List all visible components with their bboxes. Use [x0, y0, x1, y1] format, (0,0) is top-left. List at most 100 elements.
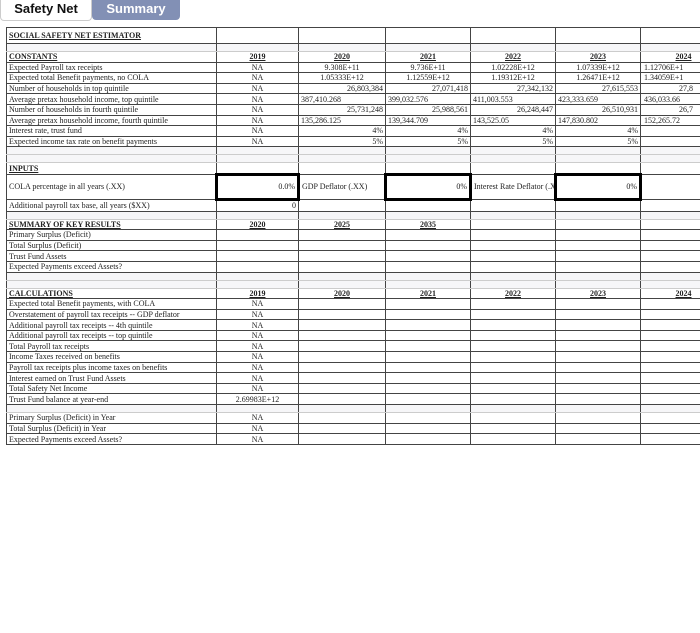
cell[interactable] [385, 229, 471, 241]
value-cell[interactable]: NA [216, 298, 299, 310]
cell[interactable] [555, 260, 641, 273]
value-cell[interactable]: 4% [555, 125, 641, 137]
cell[interactable] [640, 329, 700, 342]
value-cell[interactable]: NA [216, 351, 299, 363]
cell[interactable] [470, 372, 556, 384]
value-cell[interactable]: NA [216, 372, 299, 384]
value-cell[interactable]: 26,248,447 [470, 103, 556, 116]
cell[interactable] [555, 218, 641, 231]
value-cell[interactable]: 1.07339E+12 [555, 61, 641, 74]
cell[interactable] [640, 210, 700, 220]
cell[interactable] [640, 422, 700, 435]
value-cell[interactable]: NA [216, 382, 299, 395]
value-cell[interactable]: 5% [555, 135, 641, 148]
cell[interactable] [555, 162, 641, 175]
cell[interactable] [555, 361, 641, 374]
cell[interactable] [555, 279, 641, 289]
cell[interactable] [640, 279, 700, 289]
value-cell[interactable]: 27,342,132 [470, 82, 556, 95]
cell[interactable] [216, 162, 299, 175]
cell[interactable] [6, 154, 217, 164]
cell[interactable] [298, 329, 386, 342]
cell[interactable] [555, 27, 641, 44]
cell[interactable] [470, 198, 556, 212]
cell[interactable] [216, 250, 299, 262]
cell[interactable] [640, 229, 700, 241]
value-cell[interactable]: NA [216, 93, 299, 105]
cell[interactable] [555, 298, 641, 310]
value-cell[interactable]: 27,615,553 [555, 82, 641, 95]
value-cell[interactable]: 5% [298, 135, 386, 148]
cell[interactable] [470, 404, 556, 414]
cell[interactable] [640, 218, 700, 231]
cell[interactable] [298, 27, 386, 44]
cell[interactable] [385, 239, 471, 252]
cell[interactable] [298, 154, 386, 164]
value-cell[interactable]: 1.02228E+12 [470, 61, 556, 74]
cell[interactable] [640, 298, 700, 310]
cell[interactable] [385, 27, 471, 44]
cell[interactable] [385, 43, 471, 52]
cell[interactable] [298, 404, 386, 414]
cell[interactable] [6, 43, 217, 52]
cell[interactable] [385, 422, 471, 435]
cell[interactable] [640, 239, 700, 252]
cell[interactable] [470, 229, 556, 241]
value-cell[interactable]: 1.34059E+1 [640, 72, 700, 84]
cell[interactable] [555, 250, 641, 262]
cell[interactable] [555, 210, 641, 220]
cell[interactable] [385, 351, 471, 363]
value-cell[interactable]: NA [216, 103, 299, 116]
cell[interactable] [640, 361, 700, 374]
value-cell[interactable]: 436,033.66 [640, 93, 700, 105]
cell[interactable] [385, 404, 471, 414]
cell[interactable] [298, 412, 386, 424]
value-cell[interactable]: 1.19312E+12 [470, 72, 556, 84]
value-cell[interactable] [640, 125, 700, 137]
value-cell[interactable]: 387,410.268 [298, 93, 386, 105]
cell[interactable] [385, 250, 471, 262]
cell[interactable] [298, 198, 386, 212]
cell[interactable] [640, 393, 700, 406]
cell[interactable] [640, 173, 700, 200]
value-cell[interactable]: 135,286.125 [298, 114, 386, 127]
cell[interactable] [555, 239, 641, 252]
cell[interactable] [470, 162, 556, 175]
cell[interactable] [640, 43, 700, 52]
cell[interactable] [6, 210, 217, 220]
cell[interactable] [385, 329, 471, 342]
cell[interactable] [470, 250, 556, 262]
value-cell[interactable]: NA [216, 135, 299, 148]
cell[interactable] [385, 433, 471, 445]
cell[interactable] [216, 279, 299, 289]
cell[interactable] [640, 340, 700, 353]
value-cell[interactable]: NA [216, 125, 299, 137]
cell[interactable] [640, 433, 700, 445]
cell[interactable] [470, 210, 556, 220]
cell[interactable] [385, 162, 471, 175]
value-cell[interactable]: 5% [470, 135, 556, 148]
cell[interactable] [555, 340, 641, 353]
cell[interactable] [216, 27, 299, 44]
value-cell[interactable]: 1.26471E+12 [555, 72, 641, 84]
cell[interactable] [555, 308, 641, 321]
value-cell[interactable]: 423,333.659 [555, 93, 641, 105]
cell[interactable] [298, 319, 386, 331]
cell[interactable] [385, 279, 471, 289]
cell[interactable] [216, 43, 299, 52]
value-cell[interactable]: NA [216, 82, 299, 95]
value-cell[interactable]: 143,525.05 [470, 114, 556, 127]
value-cell[interactable]: NA [216, 433, 299, 445]
cell[interactable] [385, 382, 471, 395]
cola-input[interactable]: 0.0% [215, 172, 300, 201]
payroll-base-input[interactable]: 0 [216, 198, 299, 212]
value-cell[interactable]: 25,988,561 [385, 103, 471, 116]
value-cell[interactable]: 152,265.72 [640, 114, 700, 127]
cell[interactable] [385, 210, 471, 220]
cell[interactable] [298, 43, 386, 52]
cell[interactable] [298, 422, 386, 435]
cell[interactable] [298, 382, 386, 395]
cell[interactable] [298, 308, 386, 321]
cell[interactable] [470, 260, 556, 273]
cell[interactable] [298, 361, 386, 374]
